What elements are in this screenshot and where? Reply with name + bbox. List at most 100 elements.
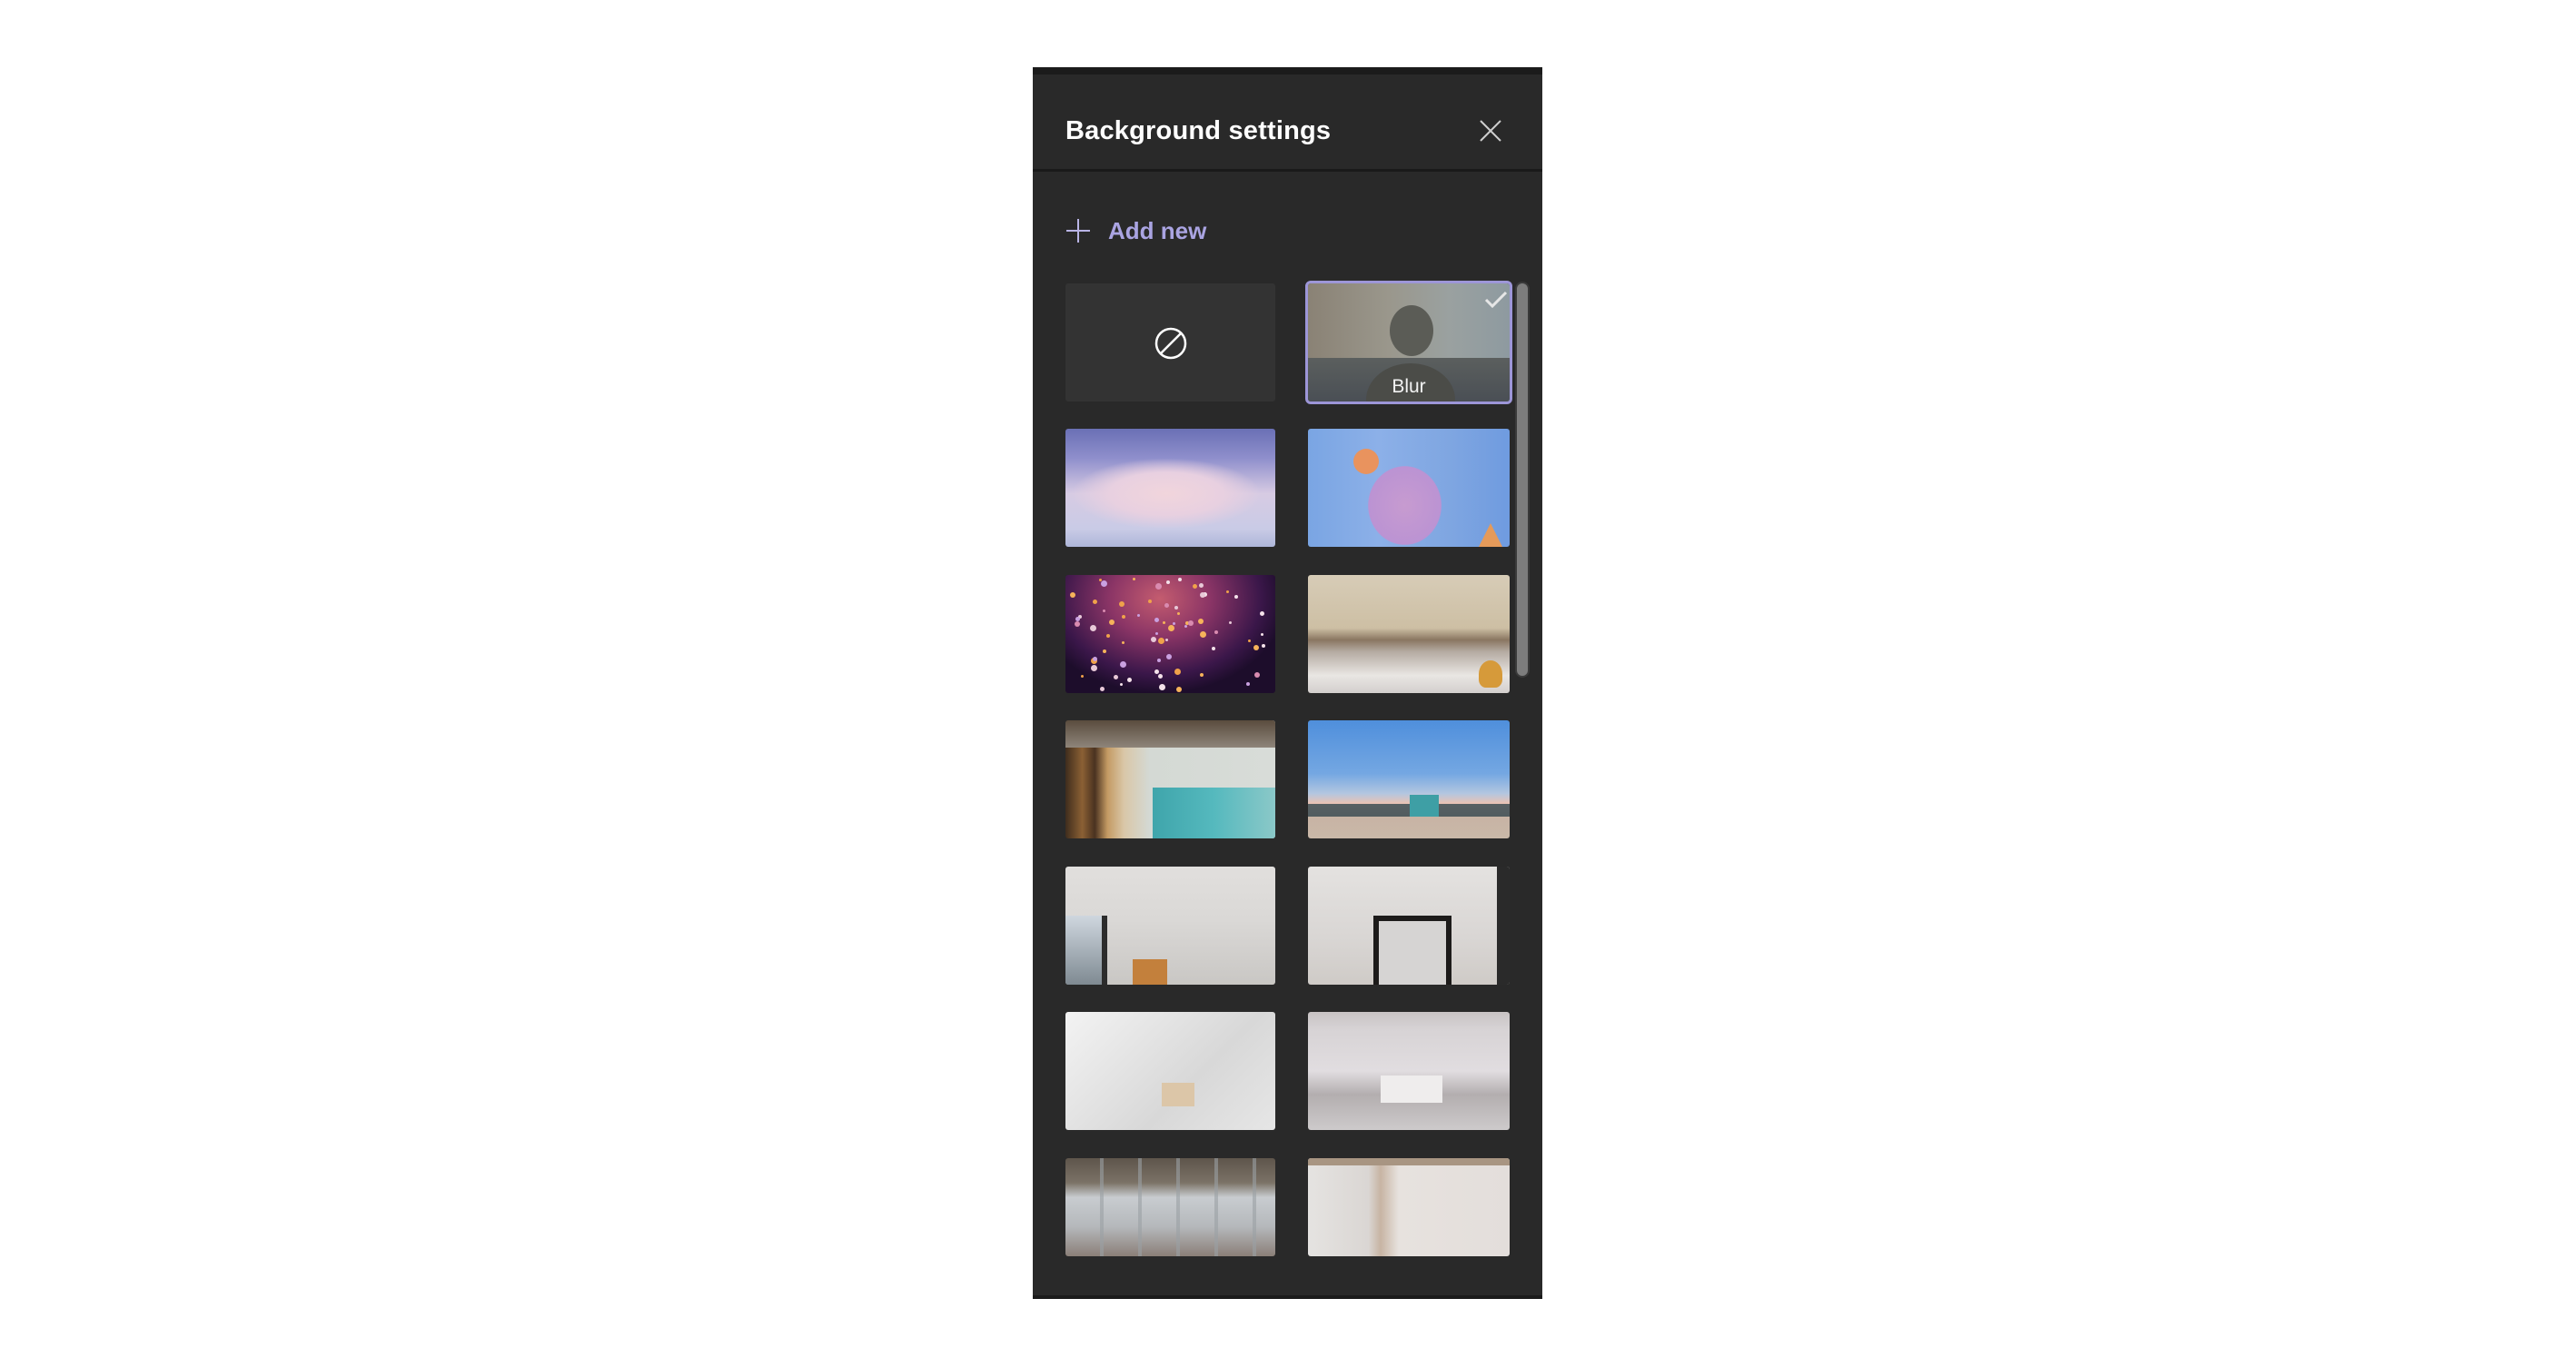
background-grid: Blur — [1033, 74, 1542, 1295]
confetti-dot — [1127, 678, 1132, 682]
confetti-dot — [1200, 592, 1205, 598]
person-silhouette-head — [1390, 305, 1433, 356]
confetti-dot — [1122, 615, 1125, 619]
confetti-dot — [1106, 634, 1110, 638]
decor-stairs — [1162, 1083, 1194, 1106]
blur-label: Blur — [1392, 376, 1426, 397]
confetti-dot — [1090, 625, 1096, 631]
confetti-dot — [1174, 669, 1181, 675]
confetti-dot — [1093, 600, 1097, 604]
confetti-dot — [1163, 621, 1165, 624]
background-option-ice-cave[interactable] — [1065, 429, 1275, 547]
confetti-dot — [1234, 595, 1238, 599]
background-option-blanket-fort[interactable] — [1308, 575, 1510, 693]
decor-door — [1133, 959, 1167, 985]
decor-window — [1065, 916, 1107, 985]
confetti-dot — [1178, 578, 1182, 581]
confetti-dot — [1199, 583, 1204, 588]
confetti-dot — [1198, 619, 1204, 624]
no-background-icon — [1154, 327, 1187, 360]
confetti-dot — [1248, 639, 1251, 642]
confetti-dot — [1260, 611, 1264, 616]
confetti-dot — [1137, 614, 1140, 617]
decor-window-bars — [1065, 1158, 1275, 1256]
confetti-dot — [1091, 665, 1097, 671]
confetti-dot — [1114, 675, 1118, 679]
confetti-dot — [1226, 590, 1229, 593]
decor-lockers — [1153, 788, 1275, 838]
decor-leaf — [1479, 523, 1502, 547]
decor-palm-trees — [1308, 804, 1510, 817]
decor-ceiling-edge — [1308, 1158, 1510, 1165]
confetti-dot — [1070, 592, 1075, 598]
confetti-dot — [1103, 610, 1105, 612]
confetti-dot — [1122, 641, 1125, 644]
confetti-dot — [1165, 639, 1168, 641]
background-option-confetti[interactable] — [1065, 575, 1275, 693]
background-option-white-room-window[interactable] — [1065, 867, 1275, 985]
confetti-dot — [1164, 603, 1169, 608]
confetti-dot — [1200, 631, 1206, 638]
decor-window-frame — [1497, 867, 1510, 985]
confetti-dot — [1188, 620, 1194, 626]
confetti-dot — [1158, 638, 1164, 644]
confetti-dot — [1100, 687, 1105, 691]
confetti-dot — [1133, 578, 1135, 580]
confetti-dot — [1157, 659, 1161, 662]
scrollbar[interactable] — [1515, 282, 1530, 1299]
confetti-dot — [1119, 601, 1125, 607]
background-option-plain-wall[interactable] — [1308, 1158, 1510, 1256]
confetti-dot — [1229, 621, 1232, 624]
background-option-paper-arch[interactable] — [1308, 429, 1510, 547]
confetti-dot — [1154, 669, 1159, 674]
confetti-dot — [1154, 618, 1159, 622]
background-option-beach-lifeguard[interactable] — [1308, 720, 1510, 838]
background-option-bright-loft[interactable] — [1065, 1012, 1275, 1130]
decor-fireplace — [1479, 660, 1502, 688]
confetti-dot — [1166, 580, 1170, 584]
background-option-white-room-mirror[interactable] — [1308, 867, 1510, 985]
confetti-dot — [1099, 579, 1102, 581]
confetti-dot — [1193, 584, 1197, 589]
confetti-dot — [1093, 657, 1097, 661]
confetti-dot — [1254, 672, 1260, 678]
confetti-dot — [1262, 644, 1265, 648]
background-option-industrial-loft[interactable] — [1065, 1158, 1275, 1256]
confetti-dot — [1168, 625, 1174, 631]
confetti-dot — [1174, 606, 1178, 610]
background-option-blur[interactable]: Blur — [1305, 281, 1512, 404]
confetti-dot — [1075, 617, 1080, 621]
confetti-dot — [1176, 687, 1182, 692]
confetti-dot — [1166, 654, 1172, 659]
confetti-dot — [1103, 649, 1106, 653]
confetti-dot — [1173, 622, 1175, 625]
confetti-dot — [1184, 625, 1187, 628]
confetti-dot — [1159, 684, 1165, 690]
confetti-dot — [1261, 633, 1263, 636]
confetti-dot — [1253, 645, 1259, 650]
decor-lifeguard-hut — [1410, 795, 1439, 817]
confetti-dot — [1214, 630, 1218, 634]
decor-bed — [1381, 1076, 1442, 1103]
scrollbar-thumb[interactable] — [1515, 282, 1530, 678]
background-option-none[interactable] — [1065, 283, 1275, 401]
background-settings-panel: Background settings Add new Blur — [1033, 67, 1542, 1299]
background-option-minimal-bedroom[interactable] — [1308, 1012, 1510, 1130]
background-option-office-lockers[interactable] — [1065, 720, 1275, 838]
confetti-dot — [1155, 632, 1158, 635]
confetti-dot — [1177, 612, 1180, 615]
confetti-dot — [1148, 600, 1152, 603]
confetti-dot — [1109, 620, 1115, 625]
confetti-dot — [1120, 683, 1123, 686]
confetti-dot — [1151, 637, 1156, 642]
confetti-dot — [1081, 675, 1084, 678]
confetti-dot — [1155, 583, 1162, 590]
confetti-dot — [1246, 682, 1250, 686]
confetti-dot — [1075, 621, 1080, 627]
confetti-dot — [1158, 674, 1163, 679]
decor-sun — [1353, 449, 1379, 474]
decor-ceiling — [1065, 720, 1275, 748]
confetti-dot — [1212, 647, 1215, 650]
confetti-dot — [1101, 580, 1107, 587]
decor-mirror — [1373, 916, 1451, 985]
